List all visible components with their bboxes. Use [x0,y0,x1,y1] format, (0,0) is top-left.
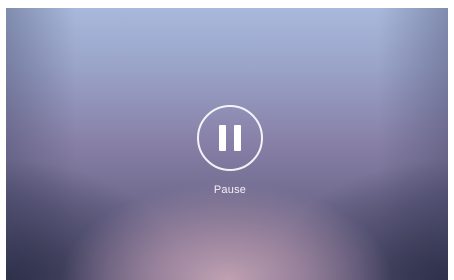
left-vignette [6,8,76,280]
pause-button[interactable] [197,105,263,171]
pause-bar-right [234,125,241,151]
right-vignette [378,8,448,280]
pause-label: Pause [213,184,247,196]
pause-bar-left [219,125,226,151]
pause-icon [219,125,241,151]
media-player-view: Pause [6,8,448,280]
